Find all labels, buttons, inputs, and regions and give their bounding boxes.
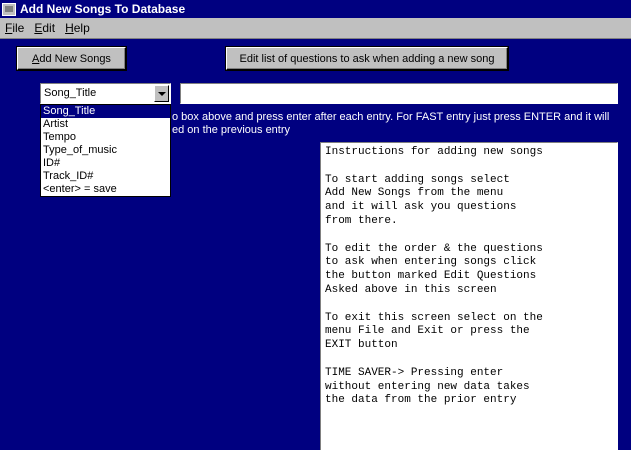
instructions-line: and it will ask you questions [325, 201, 517, 214]
dropdown-option[interactable]: Tempo [41, 131, 170, 144]
instructions-line: the button marked Edit Questions [325, 270, 537, 283]
instructions-line [325, 229, 613, 243]
menu-file-rest: ile [12, 21, 25, 35]
instructions-line: To edit the order & the questions [325, 242, 543, 255]
field-dropdown-list: Song_Title Artist Tempo Type_of_music ID# Tra… [40, 104, 171, 197]
instructions-line: Instructions for adding new songs [325, 146, 543, 158]
entry-input[interactable] [180, 83, 618, 104]
menu-bar: File Edit Help [0, 18, 631, 39]
add-new-songs-accel: A [32, 52, 40, 65]
menu-help-rest: elp [73, 21, 90, 35]
instructions-line [325, 160, 613, 174]
instructions-line: menu File and Exit or press the [325, 325, 530, 338]
add-new-songs-button[interactable]: Add New Songs [17, 47, 126, 70]
edit-questions-label: Edit list of questions to ask when addin… [239, 52, 495, 65]
menu-edit-rest: dit [42, 21, 56, 35]
menu-help-accel: H [65, 21, 74, 35]
instructions-line: Add New Songs from the menu [325, 187, 504, 200]
instructions-line: To start adding songs select [325, 173, 510, 186]
field-select-combo[interactable]: Song_Title [40, 83, 171, 104]
field-select-value: Song_Title [44, 87, 97, 99]
add-new-songs-label: dd New Songs [39, 52, 111, 65]
menu-edit[interactable]: Edit [29, 21, 60, 35]
instructions-line: the data from the prior entry [325, 394, 517, 407]
menu-file[interactable]: File [0, 21, 29, 35]
dropdown-option[interactable]: ID# [41, 157, 170, 170]
dropdown-option[interactable]: Track_ID# [41, 170, 170, 183]
dropdown-option[interactable]: Type_of_music [41, 144, 170, 157]
hint-text-line2: ed on the previous entry [172, 124, 291, 136]
instructions-textbox[interactable]: Instructions for adding new songs To star… [320, 142, 618, 450]
instructions-line: EXIT button [325, 339, 398, 352]
dropdown-button[interactable] [154, 85, 169, 102]
instructions-line: TIME SAVER-> Pressing enter [325, 366, 504, 379]
instructions-line: to ask when entering songs click [325, 256, 537, 269]
instructions-line: Asked above in this screen [325, 283, 497, 296]
window-title: Add New Songs To Database [20, 2, 186, 16]
hint-text-line1: o box above and press enter after each e… [172, 111, 610, 123]
dropdown-option[interactable]: <enter> = save [41, 183, 170, 196]
chevron-down-icon [157, 91, 166, 96]
menu-help[interactable]: Help [60, 21, 95, 35]
instructions-line: from there. [325, 214, 398, 227]
instructions-line: To exit this screen select on the [325, 311, 543, 324]
edit-questions-button[interactable]: Edit list of questions to ask when addin… [226, 47, 508, 70]
dropdown-option[interactable]: Song_Title [41, 105, 170, 118]
dropdown-option[interactable]: Artist [41, 118, 170, 131]
title-bar[interactable]: Add New Songs To Database [0, 0, 631, 18]
instructions-line: without entering new data takes [325, 380, 530, 393]
instructions-line [325, 353, 613, 367]
instructions-line [325, 298, 613, 312]
app-icon[interactable] [2, 2, 16, 16]
